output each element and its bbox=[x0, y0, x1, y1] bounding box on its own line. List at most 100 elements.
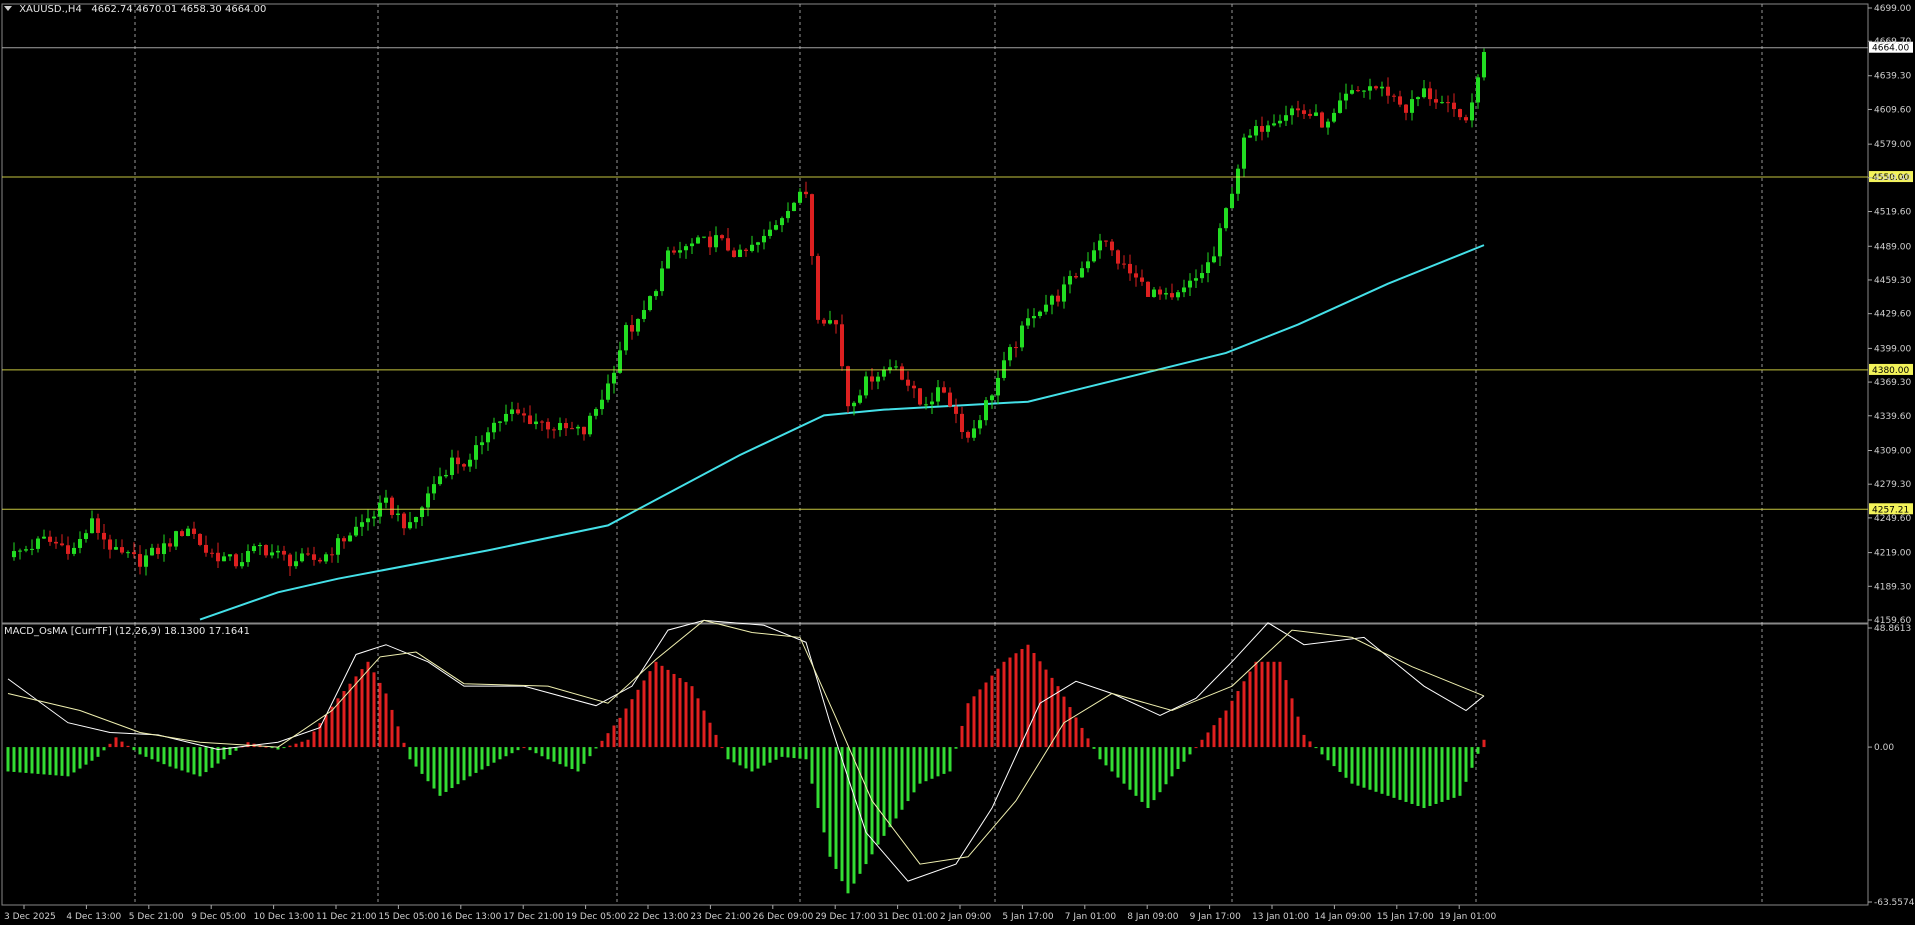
candle-body bbox=[132, 552, 136, 555]
osma-bar bbox=[486, 747, 490, 767]
price-tick-label: 4549.40 bbox=[1874, 174, 1911, 184]
candle-body bbox=[1434, 99, 1438, 103]
osma-bar bbox=[450, 747, 454, 789]
dropdown-triangle-icon[interactable] bbox=[4, 6, 12, 11]
osma-bar bbox=[636, 689, 640, 748]
axes: 4699.00 4669.70 4639.30 4609.60 4579.00 4549.… bbox=[4, 4, 1915, 922]
osma-bar bbox=[1188, 747, 1192, 755]
osma-bar bbox=[1368, 747, 1372, 790]
candle-body bbox=[228, 554, 232, 557]
osma-bar bbox=[1074, 717, 1078, 748]
osma-bar bbox=[126, 745, 130, 748]
candle-body bbox=[864, 376, 868, 396]
indicator-label: MACD_OsMA [CurrTF] (12,26,9) 18.1300 17.… bbox=[4, 626, 250, 637]
candle-body bbox=[1104, 240, 1108, 242]
osma-bar bbox=[642, 680, 646, 748]
candle-body bbox=[438, 476, 442, 485]
candle-body bbox=[1128, 263, 1132, 274]
osma-bar bbox=[1110, 747, 1114, 772]
time-axis-label: 2 Jan 09:00 bbox=[940, 912, 992, 922]
candle-body bbox=[984, 400, 988, 421]
osma-bar bbox=[54, 747, 58, 776]
osma-bar bbox=[1170, 747, 1174, 777]
osma-bar bbox=[720, 747, 724, 749]
candle-body bbox=[780, 218, 784, 226]
candle-body bbox=[384, 497, 388, 503]
candle-body bbox=[186, 528, 190, 536]
candle-body bbox=[102, 532, 106, 540]
candle-body bbox=[252, 546, 256, 552]
osma-bar bbox=[96, 747, 100, 757]
candle-body bbox=[258, 545, 262, 547]
osma-bar bbox=[510, 747, 514, 754]
osma-bar bbox=[828, 747, 832, 857]
osma-bar bbox=[912, 747, 916, 793]
osma-bar bbox=[1470, 747, 1474, 768]
candle-body bbox=[570, 428, 574, 430]
osma-bar bbox=[750, 747, 754, 772]
osma-bar bbox=[186, 747, 190, 773]
candle-body bbox=[1254, 126, 1258, 136]
candle-body bbox=[690, 243, 694, 247]
osma-bar bbox=[288, 745, 292, 748]
osma-bar bbox=[744, 747, 748, 769]
candle-body bbox=[348, 535, 352, 542]
osma-bar bbox=[426, 747, 430, 782]
candle-body bbox=[798, 191, 802, 203]
candle-body bbox=[840, 324, 844, 367]
price-tick-label: 4219.00 bbox=[1874, 549, 1911, 559]
osma-bar bbox=[192, 747, 196, 775]
osma-bar bbox=[12, 747, 16, 772]
price-tick-label: 4579.00 bbox=[1874, 140, 1911, 150]
osma-bar bbox=[384, 693, 388, 748]
candle-body bbox=[972, 428, 976, 438]
candle-body bbox=[270, 552, 274, 556]
osma-bar bbox=[606, 733, 610, 748]
osma-bar bbox=[816, 747, 820, 809]
time-axis-label: 31 Dec 01:00 bbox=[878, 912, 939, 922]
candle-body bbox=[1188, 280, 1192, 288]
candle-body bbox=[1116, 250, 1120, 264]
candle-body bbox=[576, 426, 580, 429]
osma-bar bbox=[66, 747, 70, 777]
osma-bar bbox=[1128, 747, 1132, 790]
moving-average-line bbox=[199, 244, 1485, 621]
horizontal-levels[interactable]: 4664.004550.004380.004257.21 bbox=[2, 41, 1913, 516]
candle-body bbox=[942, 387, 946, 393]
candlestick-series[interactable] bbox=[12, 48, 1486, 577]
osma-bar bbox=[1068, 707, 1072, 748]
osma-bar bbox=[282, 747, 286, 749]
time-axis-label: 17 Dec 21:00 bbox=[503, 912, 564, 922]
osma-bar bbox=[1158, 747, 1162, 793]
candle-body bbox=[1056, 295, 1060, 302]
osma-bar bbox=[930, 747, 934, 779]
candle-body bbox=[1368, 86, 1372, 91]
osma-bar bbox=[1476, 747, 1480, 754]
osma-bar bbox=[762, 747, 766, 766]
osma-bar bbox=[864, 747, 868, 865]
osma-bar bbox=[960, 725, 964, 748]
osma-bar bbox=[150, 747, 154, 760]
time-axis-label: 10 Dec 13:00 bbox=[254, 912, 315, 922]
chart-canvas[interactable]: 4664.004550.004380.004257.21 4699.00 4669… bbox=[0, 0, 1915, 925]
osma-bar bbox=[174, 747, 178, 769]
candle-body bbox=[990, 395, 994, 401]
osma-bar bbox=[48, 747, 52, 775]
osma-bar bbox=[36, 747, 40, 774]
osma-bar bbox=[144, 747, 148, 757]
osma-bar bbox=[1122, 747, 1126, 784]
osma-bar bbox=[1104, 747, 1108, 766]
price-tick-label: 4459.30 bbox=[1874, 276, 1911, 286]
time-axis-label: 19 Dec 05:00 bbox=[566, 912, 627, 922]
osma-bar bbox=[1410, 747, 1414, 804]
candle-body bbox=[318, 559, 322, 562]
price-tick-label: 4279.30 bbox=[1874, 480, 1911, 490]
osma-bar bbox=[84, 747, 88, 765]
osma-bar bbox=[420, 747, 424, 774]
trading-chart[interactable]: 4664.00 4550.00 4380.00 4257.21 4699.00 4669… bbox=[0, 0, 1915, 925]
osma-bar bbox=[1278, 661, 1282, 748]
time-axis-label: 9 Jan 17:00 bbox=[1190, 912, 1242, 922]
osma-bar bbox=[1440, 747, 1444, 802]
osma-bar bbox=[1338, 747, 1342, 772]
osma-bar bbox=[156, 747, 160, 762]
